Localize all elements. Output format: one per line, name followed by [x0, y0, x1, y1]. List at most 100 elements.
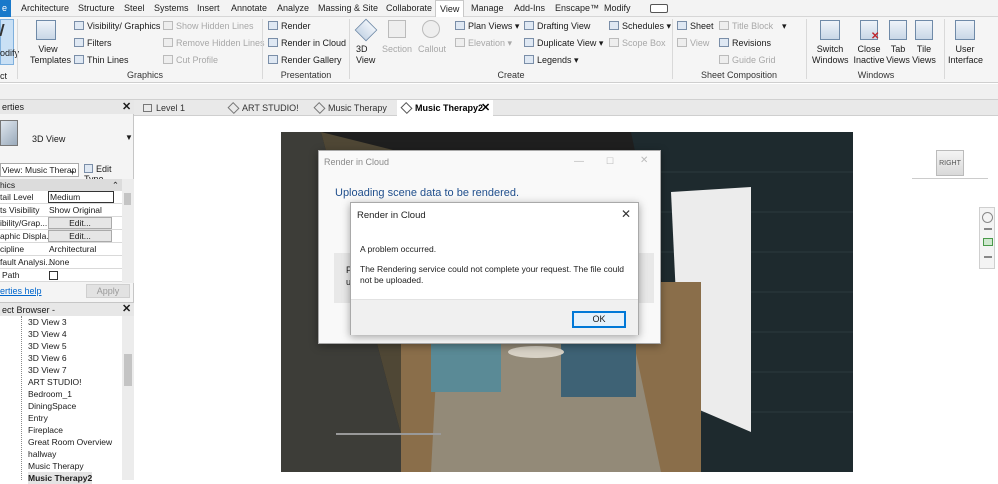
sheet-more-dropdown[interactable]: ▾ [782, 21, 787, 32]
tree-item[interactable]: Fireplace [28, 424, 63, 436]
error-dialog-close-icon[interactable]: ✕ [621, 207, 631, 221]
sheet-icon [677, 21, 687, 30]
user-interface-button[interactable]: User Interface [948, 44, 983, 66]
tree-item[interactable]: Bedroom_1 [28, 388, 72, 400]
nav-dropdown-icon[interactable] [984, 228, 992, 230]
legends-button[interactable]: Legends ▾ [524, 55, 579, 66]
menu-systems[interactable]: Systems [152, 0, 191, 17]
tree-item-selected[interactable]: Music Therapy2 [28, 472, 93, 484]
menu-view[interactable]: View [435, 0, 465, 17]
tab-views-button[interactable]: Tab Views [884, 44, 912, 66]
show-hidden-lines-button[interactable]: Show Hidden Lines [163, 21, 254, 32]
analysis-value[interactable]: None [49, 257, 69, 268]
tree-item[interactable]: 3D View 4 [28, 328, 67, 340]
type-selector-chevron-icon[interactable]: ▼ [125, 133, 133, 142]
properties-close-icon[interactable]: ✕ [122, 100, 131, 113]
elevation-button[interactable]: Elevation ▾ [455, 38, 512, 49]
close-inactive-button[interactable]: Close Inactive [853, 44, 885, 66]
properties-help-link[interactable]: erties help [0, 286, 42, 296]
guide-grid-button[interactable]: Guide Grid [719, 55, 776, 66]
scroll-thumb[interactable] [124, 354, 132, 386]
menu-analyze[interactable]: Analyze [275, 0, 311, 17]
sheet-button[interactable]: Sheet [677, 21, 714, 32]
menu-structure[interactable]: Structure [76, 0, 117, 17]
project-browser-close-icon[interactable]: ✕ [122, 302, 131, 315]
tree-item[interactable]: 3D View 7 [28, 364, 67, 376]
scroll-thumb[interactable] [124, 193, 131, 205]
menu-insert[interactable]: Insert [195, 0, 222, 17]
plan-views-button[interactable]: Plan Views ▾ [455, 21, 519, 32]
schedules-button[interactable]: Schedules ▾ [609, 21, 671, 32]
menu-massing-site[interactable]: Massing & Site [316, 0, 380, 17]
select-dropdown[interactable]: ct [0, 71, 7, 82]
remove-hidden-lines-button[interactable]: Remove Hidden Lines [163, 38, 265, 49]
3d-view-button[interactable]: 3D View [356, 44, 380, 66]
type-selector[interactable]: 3D View [32, 134, 65, 144]
render-in-cloud-button[interactable]: Render in Cloud [268, 38, 346, 49]
viewcube[interactable]: RIGHT [936, 150, 964, 176]
menu-collaborate[interactable]: Collaborate [384, 0, 434, 17]
menu-add-ins[interactable]: Add-Ins [512, 0, 547, 17]
vg-edit-button[interactable]: Edit... [48, 217, 112, 229]
render-button[interactable]: Render [268, 21, 311, 32]
tree-item[interactable]: 3D View 3 [28, 316, 67, 328]
discipline-value[interactable]: Architectural [49, 244, 96, 255]
graphics-panel-label: Graphics [126, 70, 163, 80]
menu-annotate[interactable]: Annotate [229, 0, 269, 17]
browser-scrollbar[interactable] [122, 316, 134, 480]
parts-visibility-value[interactable]: Show Original [49, 205, 102, 216]
tile-views-button[interactable]: Tile Views [911, 44, 937, 66]
filters-button[interactable]: Filters [74, 38, 112, 49]
place-view-button[interactable]: View [677, 38, 709, 49]
zoom-icon[interactable] [983, 238, 993, 246]
modify-button[interactable]: odify [0, 19, 19, 65]
view-templates-button[interactable]: View Templates [30, 44, 71, 66]
menu-manage[interactable]: Manage [469, 0, 506, 17]
tree-item[interactable]: 3D View 5 [28, 340, 67, 352]
detail-level-field[interactable]: Medium [48, 191, 114, 203]
menu-enscape[interactable]: Enscape™ [553, 0, 601, 17]
render-gallery-button[interactable]: Render Gallery [268, 55, 342, 66]
panel-toggle-icon[interactable] [650, 4, 668, 13]
tree-item[interactable]: DiningSpace [28, 400, 76, 412]
tree-item[interactable]: hallway [28, 448, 56, 460]
minimize-icon[interactable]: — [574, 156, 584, 167]
drafting-view-button[interactable]: Drafting View [524, 21, 590, 32]
menu-modify[interactable]: Modify [602, 0, 633, 17]
path-checkbox[interactable] [49, 271, 58, 280]
close-icon[interactable]: ✕ [640, 155, 648, 166]
menu-steel[interactable]: Steel [122, 0, 147, 17]
section-button[interactable]: Section [382, 44, 412, 55]
tab-art-studio[interactable]: ART STUDIO! [224, 100, 312, 116]
tab-music-therapy[interactable]: Music Therapy [310, 100, 398, 116]
graphics-group-header[interactable]: hics ⌃ [0, 179, 122, 191]
cut-profile-button[interactable]: Cut Profile [163, 55, 218, 66]
property-row: fault Analysi... None [0, 256, 122, 269]
properties-scrollbar[interactable] [122, 179, 134, 283]
tree-item[interactable]: Entry [28, 412, 48, 424]
tab-close-icon[interactable]: ✕ [481, 100, 490, 116]
maximize-icon[interactable]: ☐ [606, 156, 614, 167]
tree-item[interactable]: Music Therapy [28, 460, 84, 472]
nav-dropdown-icon[interactable] [984, 256, 992, 258]
tree-item[interactable]: ART STUDIO! [28, 376, 82, 388]
visibility-graphics-button[interactable]: Visibility/ Graphics [74, 21, 160, 32]
scope-box-button[interactable]: Scope Box [609, 38, 666, 49]
steering-wheel-icon[interactable] [982, 212, 993, 223]
switch-windows-button[interactable]: Switch Windows [812, 44, 849, 66]
revisions-button[interactable]: Revisions [719, 38, 771, 49]
ok-button[interactable]: OK [572, 311, 626, 328]
tree-item[interactable]: 3D View 6 [28, 352, 67, 364]
title-block-button[interactable]: Title Block [719, 21, 773, 32]
duplicate-view-button[interactable]: Duplicate View ▾ [524, 38, 603, 49]
apply-button[interactable]: Apply [86, 284, 130, 298]
menu-file[interactable]: e [0, 0, 11, 17]
tree-item[interactable]: Great Room Overview [28, 436, 112, 448]
graphic-display-edit-button[interactable]: Edit... [48, 230, 112, 242]
tab-music-therapy2[interactable]: Music Therapy2 ✕ [397, 100, 493, 116]
thin-lines-button[interactable]: Thin Lines [74, 55, 129, 66]
view-instance-selector[interactable]: View: Music Therap ⌄ [0, 163, 79, 177]
callout-button[interactable]: Callout [418, 44, 446, 55]
menu-architecture[interactable]: Architecture [19, 0, 71, 17]
tab-level-1[interactable]: Level 1 [138, 100, 226, 116]
